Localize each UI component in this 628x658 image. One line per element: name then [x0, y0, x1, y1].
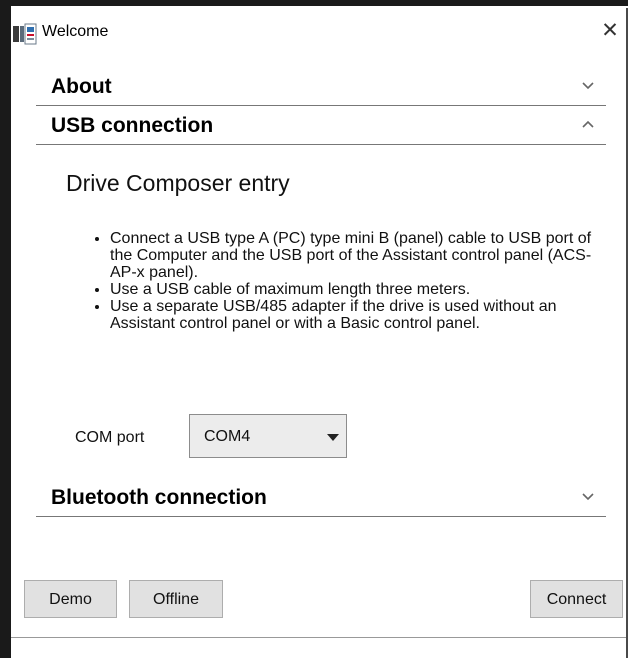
usb-content-heading: Drive Composer entry: [66, 170, 290, 196]
close-icon: ✕: [601, 19, 619, 42]
chevron-up-icon: [578, 115, 598, 133]
window-border-left: [0, 0, 11, 658]
window-title: Welcome: [42, 23, 109, 40]
section-title-bluetooth: Bluetooth connection: [51, 486, 267, 509]
chevron-down-icon: [578, 76, 598, 94]
section-header-usb[interactable]: USB connection: [36, 106, 606, 145]
com-port-label: COM port: [75, 429, 145, 446]
welcome-window: Welcome ✕ About USB connection Drive Com…: [0, 0, 628, 658]
section-header-bluetooth[interactable]: Bluetooth connection: [36, 478, 606, 517]
instruction-item: Use a USB cable of maximum length three …: [110, 281, 610, 298]
com-port-select[interactable]: COM4: [189, 414, 347, 458]
usb-instructions-list: Connect a USB type A (PC) type mini B (p…: [90, 230, 610, 332]
section-title-usb: USB connection: [51, 114, 214, 137]
connect-button[interactable]: Connect: [530, 580, 623, 618]
instruction-item: Use a separate USB/485 adapter if the dr…: [110, 298, 610, 332]
section-header-about[interactable]: About: [36, 67, 606, 106]
demo-button[interactable]: Demo: [24, 580, 117, 618]
chevron-down-icon: [578, 487, 598, 505]
dropdown-arrow-icon: [327, 434, 339, 441]
footer-divider: [11, 637, 626, 638]
title-bar: Welcome ✕: [11, 6, 626, 58]
offline-button[interactable]: Offline: [129, 580, 223, 618]
instruction-item: Connect a USB type A (PC) type mini B (p…: [110, 230, 610, 281]
section-title-about: About: [51, 75, 112, 98]
close-button[interactable]: ✕: [600, 20, 620, 42]
com-port-value: COM4: [204, 428, 251, 445]
app-icon: [13, 23, 37, 45]
